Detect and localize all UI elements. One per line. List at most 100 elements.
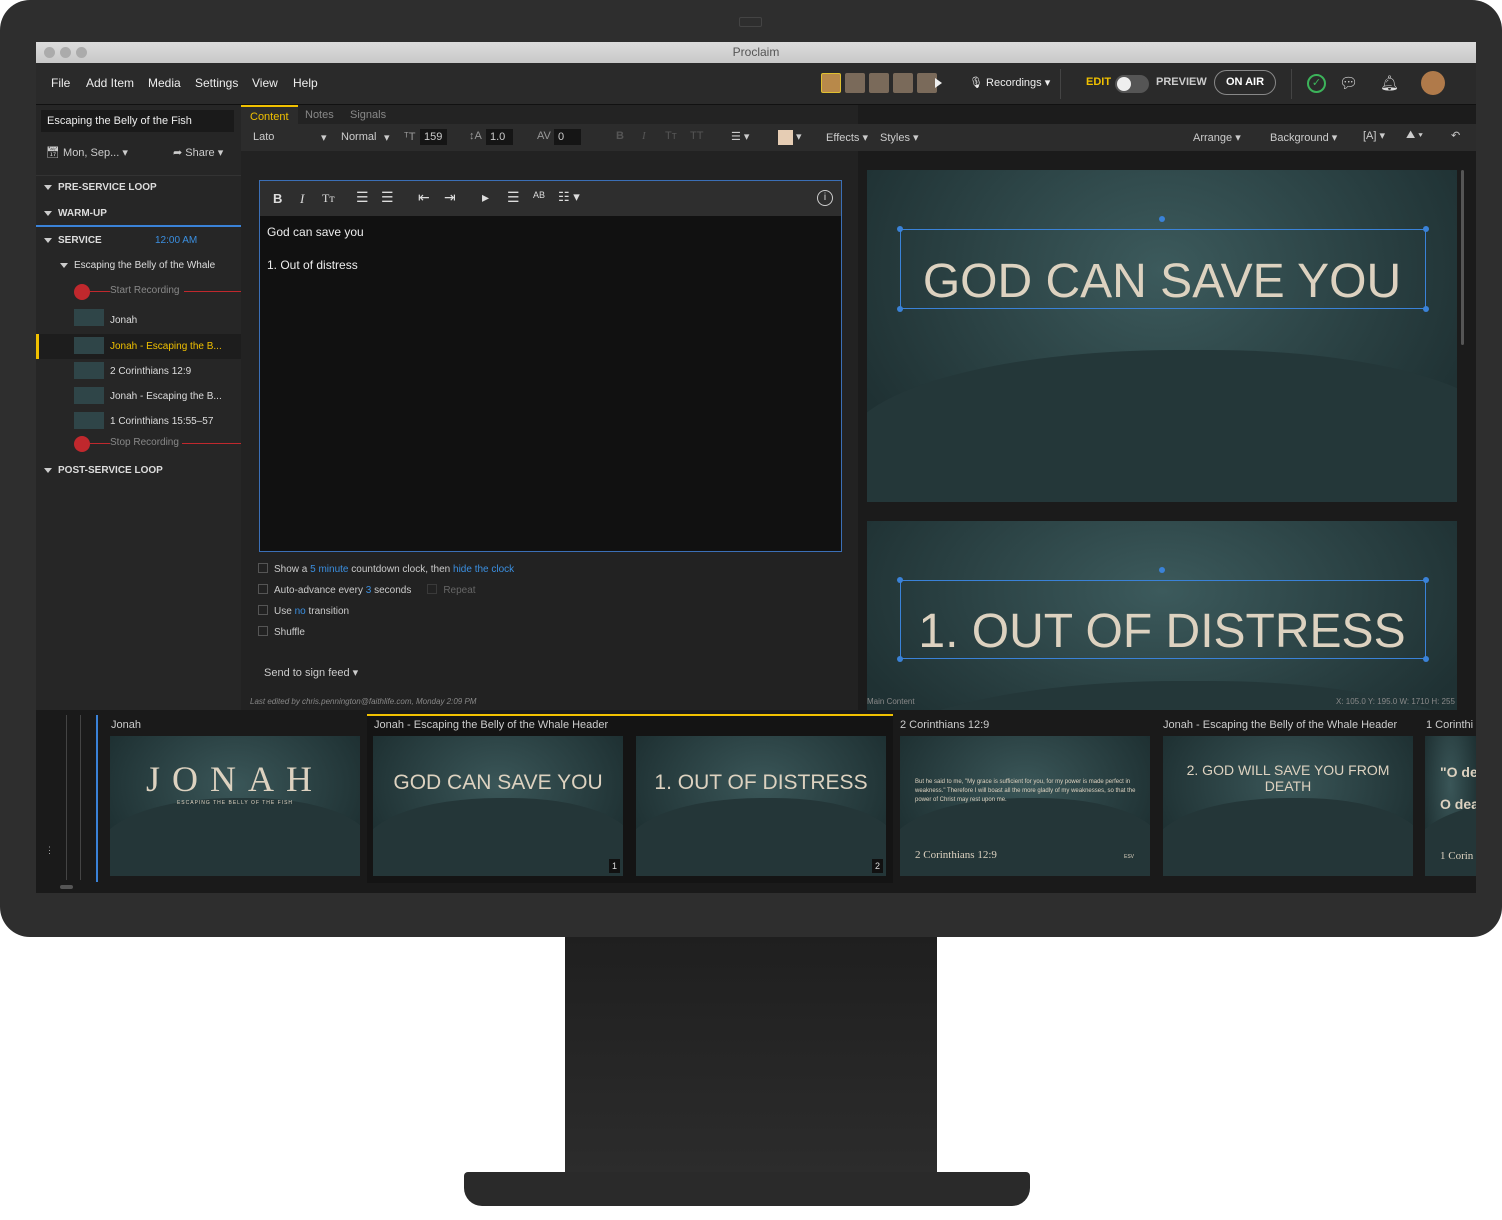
menu-media[interactable]: Media (148, 76, 181, 90)
close-window-button[interactable] (44, 47, 55, 58)
recordings-dropdown[interactable]: 🎙︎ Recordings ▾ (969, 76, 1050, 89)
auto-advance-option[interactable]: Auto-advance every 3 seconds Repeat (258, 584, 476, 596)
section-pre-service[interactable]: PRE-SERVICE LOOP (36, 182, 241, 193)
text-box-icon[interactable]: [A] ▾ (1363, 129, 1385, 142)
user-avatar[interactable] (821, 73, 841, 93)
transition-link[interactable]: no (295, 606, 306, 617)
section-service[interactable]: SERVICE 12:00 AM (36, 235, 241, 246)
bold-icon[interactable]: B (616, 130, 624, 142)
section-warm-up[interactable]: WARM-UP (36, 208, 241, 219)
grip-icon[interactable]: ⋮ (45, 845, 54, 856)
text-color-swatch[interactable] (778, 130, 793, 145)
resize-handle[interactable] (897, 577, 903, 583)
chevron-down-icon[interactable]: ▾ (384, 131, 390, 144)
scrollbar[interactable] (1461, 170, 1464, 345)
user-avatar[interactable] (893, 73, 913, 93)
slide-preview[interactable]: GOD CAN SAVE YOU (867, 170, 1457, 502)
line-height-input[interactable]: 1.0 (486, 129, 513, 145)
status-ok-icon[interactable]: ✓ (1307, 74, 1326, 93)
transition-option[interactable]: Use no transition (258, 605, 349, 617)
checkbox[interactable] (258, 563, 268, 573)
align-icon[interactable]: ☰ ▾ (731, 130, 749, 143)
send-to-sign-feed-dropdown[interactable]: Send to sign feed ▾ (264, 666, 358, 679)
background-dropdown[interactable]: Background ▾ (1270, 131, 1337, 144)
zoom-window-button[interactable] (76, 47, 87, 58)
bold-icon[interactable]: B (273, 191, 282, 206)
list-item-1-corinthians[interactable]: 1 Corinthians 15:55–57 (36, 409, 241, 434)
editor-line[interactable]: 1. Out of distress (267, 258, 358, 272)
strip-thumbnail[interactable]: "O de O dea 1 Corin (1425, 736, 1476, 876)
layout-icon[interactable]: ☷ ▾ (558, 189, 580, 205)
countdown-option[interactable]: Show a 5 minute countdown clock, then hi… (258, 563, 514, 575)
letter-spacing-input[interactable]: 0 (554, 129, 581, 145)
menu-view[interactable]: View (252, 76, 278, 90)
list-item-2-corinthians[interactable]: 2 Corinthians 12:9 (36, 359, 241, 384)
user-avatar[interactable] (845, 73, 865, 93)
seconds-link[interactable]: 3 (366, 585, 372, 596)
resize-handle[interactable] (897, 226, 903, 232)
list-item-selected[interactable]: Jonah - Escaping the B... (36, 334, 241, 359)
list-item-jonah-header[interactable]: Jonah - Escaping the B... (36, 384, 241, 409)
list-item-jonah[interactable]: Jonah (36, 309, 241, 334)
edit-preview-toggle[interactable] (1115, 75, 1149, 93)
rich-text-editor[interactable]: B I Tт ☰ ☰ ⇤ ⇥ ▸ ☰ AB ☷ ▾ i God can save… (259, 180, 842, 552)
play-icon[interactable] (935, 78, 942, 88)
minute-link[interactable]: 5 minute (310, 564, 348, 575)
numbered-list-icon[interactable]: ☰ (381, 189, 394, 206)
chat-icon[interactable]: 💬︎ (1339, 74, 1358, 92)
hide-clock-link[interactable]: hide the clock (453, 564, 514, 575)
strip-thumbnail[interactable]: GOD CAN SAVE YOU 1 (373, 736, 623, 876)
account-avatar[interactable] (1421, 71, 1445, 95)
abc-icon[interactable]: AB (533, 190, 545, 200)
checkbox[interactable] (258, 605, 268, 615)
small-caps-icon[interactable]: Tт (322, 191, 335, 206)
menu-file[interactable]: File (51, 76, 70, 90)
strip-thumbnail[interactable]: But he said to me, "My grace is sufficie… (900, 736, 1150, 876)
group-header[interactable]: Escaping the Belly of the Whale (36, 260, 241, 271)
section-post-service[interactable]: POST-SERVICE LOOP (36, 465, 241, 476)
user-avatar[interactable] (869, 73, 889, 93)
italic-icon[interactable]: I (642, 130, 646, 142)
bell-icon[interactable]: 🔔︎ (1380, 74, 1399, 92)
editor-line[interactable]: God can save you (267, 225, 364, 239)
chevron-down-icon[interactable]: ▾ (796, 130, 802, 143)
all-caps-icon[interactable]: TT (690, 130, 703, 142)
checkbox[interactable] (258, 584, 268, 594)
menu-settings[interactable]: Settings (195, 76, 238, 90)
insert-before-icon[interactable]: ▸ (482, 189, 489, 206)
small-caps-icon[interactable]: Tт (665, 130, 677, 142)
scroll-handle[interactable] (60, 885, 73, 889)
italic-icon[interactable]: I (300, 191, 304, 207)
tab-content[interactable]: Content (241, 105, 298, 124)
resize-handle[interactable] (1423, 226, 1429, 232)
strip-thumbnail[interactable]: JONAH ESCAPING THE BELLY OF THE FISH (110, 736, 360, 876)
font-size-input[interactable]: 159 (420, 129, 447, 145)
rotate-handle[interactable] (1159, 216, 1165, 222)
share-button[interactable]: ➦ Share ▾ (173, 146, 223, 159)
checkbox[interactable] (258, 626, 268, 636)
presentation-title-field[interactable]: Escaping the Belly of the Fish (41, 110, 234, 132)
info-icon[interactable]: i (817, 190, 833, 206)
tab-signals[interactable]: Signals (350, 109, 386, 121)
playhead[interactable] (96, 715, 98, 882)
rotate-handle[interactable] (1159, 567, 1165, 573)
bullet-list-icon[interactable]: ☰ (356, 189, 369, 206)
image-icon[interactable]: ⛰ ▾ (1406, 129, 1423, 142)
minimize-window-button[interactable] (60, 47, 71, 58)
date-picker[interactable]: 📅︎ Mon, Sep... ▾ (46, 146, 128, 159)
user-avatar[interactable] (917, 73, 937, 93)
checkbox[interactable] (427, 584, 438, 594)
outdent-icon[interactable]: ⇤ (418, 189, 430, 206)
resize-handle[interactable] (1423, 577, 1429, 583)
menu-add-item[interactable]: Add Item (86, 76, 134, 90)
strip-thumbnail[interactable]: 1. OUT OF DISTRESS 2 (636, 736, 886, 876)
styles-dropdown[interactable]: Styles ▾ (880, 131, 919, 144)
chevron-down-icon[interactable]: ▾ (321, 131, 327, 144)
indent-icon[interactable]: ⇥ (444, 189, 456, 206)
undo-icon[interactable]: ↶ (1451, 129, 1460, 142)
font-family-select[interactable]: Lato (253, 131, 274, 143)
effects-dropdown[interactable]: Effects ▾ (826, 131, 868, 144)
service-time[interactable]: 12:00 AM (155, 235, 197, 246)
shuffle-option[interactable]: Shuffle (258, 626, 305, 638)
divider-icon[interactable]: ☰ (507, 189, 520, 206)
